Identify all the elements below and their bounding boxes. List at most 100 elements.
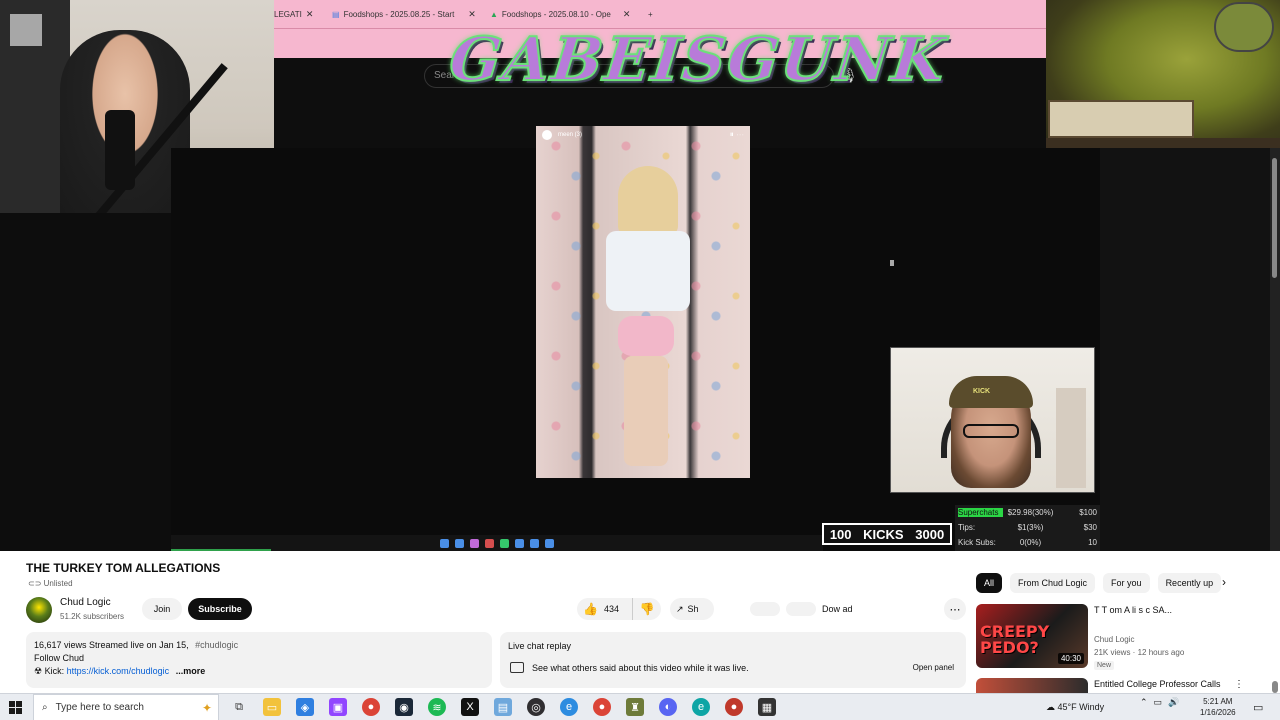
volume-icon[interactable]: 🔊 bbox=[1168, 697, 1179, 708]
stream-logo: GABEISGUNK bbox=[445, 24, 951, 96]
page-scrollbar[interactable] bbox=[1270, 148, 1280, 551]
more-actions-button[interactable]: ⋯ bbox=[944, 598, 966, 620]
kicks-label: KICKS bbox=[863, 526, 904, 542]
close-icon[interactable]: ✕ bbox=[306, 9, 314, 20]
recommended-thumbnail[interactable]: CREEPY PEDO? 40:30 bbox=[976, 604, 1088, 668]
save-button[interactable] bbox=[786, 602, 816, 616]
system-clock[interactable]: 5:21 AM 1/16/2026 bbox=[1200, 696, 1236, 718]
chip-for-you[interactable]: For you bbox=[1103, 573, 1150, 593]
scrollbar-thumb[interactable] bbox=[1272, 158, 1277, 278]
more-link[interactable]: ...more bbox=[176, 666, 206, 676]
video-meta: 16,617 views Streamed live on Jan 15, bbox=[34, 640, 189, 650]
app-icon bbox=[485, 538, 494, 548]
chrome-icon[interactable]: ● bbox=[362, 698, 380, 716]
recommended-title[interactable]: T T om A li s c SA... bbox=[1094, 604, 1244, 628]
browser-tab[interactable]: LEGATI ✕ bbox=[274, 6, 313, 22]
photo-subject-legs bbox=[624, 356, 668, 466]
app-icon bbox=[545, 538, 554, 548]
app-icon bbox=[515, 538, 524, 548]
chat-description: See what others said about this video wh… bbox=[532, 663, 749, 673]
windows-start-icon[interactable] bbox=[9, 701, 22, 714]
minimap bbox=[1214, 2, 1274, 52]
photo-subject-bag bbox=[618, 316, 674, 356]
youtube-watch-page: THE TURKEY TOM ALLEGATIONS ⊂⊃ Unlisted C… bbox=[0, 551, 1280, 693]
notepad-icon[interactable]: ▤ bbox=[494, 698, 512, 716]
stats-row: Kick Subs: 0(0%) 10 bbox=[955, 535, 1100, 550]
chevron-up-icon[interactable]: ⌃ bbox=[1140, 697, 1148, 708]
chip-from-channel[interactable]: From Chud Logic bbox=[1010, 573, 1096, 593]
network-icon[interactable]: ▭ bbox=[1154, 697, 1163, 708]
shared-photo: meen (3) ⏸ ⋯ bbox=[536, 126, 750, 478]
game-chat-panel bbox=[1048, 100, 1194, 138]
tab-label: LEGATI bbox=[274, 9, 302, 19]
avatar bbox=[542, 130, 552, 140]
obs-icon[interactable]: ◎ bbox=[527, 698, 545, 716]
hashtag[interactable]: #chudlogic bbox=[195, 640, 238, 650]
edge-icon[interactable]: e bbox=[692, 698, 710, 716]
clip-button[interactable] bbox=[750, 602, 780, 616]
discord-icon[interactable]: ◐ bbox=[659, 698, 677, 716]
channel-name[interactable]: Chud Logic bbox=[60, 597, 111, 608]
share-button[interactable]: ↗ Sh bbox=[670, 598, 714, 620]
guest-webcam: KICK bbox=[890, 347, 1095, 493]
video-duration: 40:30 bbox=[1057, 653, 1084, 664]
recommended-views: 21K views · 12 hours ago bbox=[1094, 648, 1185, 657]
file-explorer-icon[interactable]: ▭ bbox=[263, 698, 281, 716]
stats-goal: 10 bbox=[1088, 538, 1097, 547]
app-icon bbox=[530, 538, 539, 548]
open-panel-button[interactable]: Open panel bbox=[913, 663, 954, 672]
kick-prefix: Kick: bbox=[44, 666, 65, 676]
x-icon[interactable]: X bbox=[461, 698, 479, 716]
stats-goal: $100 bbox=[1079, 508, 1097, 517]
search-highlight-icon: ✦ bbox=[201, 700, 212, 715]
like-button[interactable]: 👍 434 bbox=[577, 598, 633, 620]
background-door bbox=[1056, 388, 1086, 488]
chip-recently-uploaded[interactable]: Recently up bbox=[1157, 573, 1222, 593]
channel-avatar[interactable] bbox=[26, 597, 52, 623]
chip-all[interactable]: All bbox=[976, 573, 1003, 593]
share-label: Sh bbox=[687, 604, 699, 614]
app-icon[interactable]: ▦ bbox=[758, 698, 776, 716]
recommended-channel[interactable]: Chud Logic bbox=[1094, 635, 1134, 644]
left-dark-panel bbox=[0, 213, 171, 551]
scrollbar-thumb[interactable] bbox=[1272, 681, 1278, 693]
task-view-icon[interactable]: ⧉ bbox=[230, 698, 248, 716]
spotify-icon[interactable]: ≋ bbox=[428, 698, 446, 716]
store-icon[interactable]: ◈ bbox=[296, 698, 314, 716]
windows-taskbar: ⌕ Type here to search ✦ ⧉ ▭ ◈ ▣ ● ◉ ≋ X … bbox=[0, 693, 1280, 720]
system-tray: ⌃ ▭ 🔊 bbox=[1140, 697, 1179, 708]
chevron-right-icon[interactable]: › bbox=[1222, 575, 1226, 589]
recommended-thumbnail[interactable] bbox=[976, 678, 1088, 693]
game-icon[interactable]: ♜ bbox=[626, 698, 644, 716]
clock-time: 5:21 AM bbox=[1203, 697, 1233, 706]
app-icon[interactable]: ● bbox=[725, 698, 743, 716]
stats-label: Kick Subs: bbox=[958, 538, 996, 547]
chrome-icon[interactable]: ● bbox=[593, 698, 611, 716]
action-buttons-obscured: Dow ad bbox=[716, 598, 942, 620]
new-badge: New bbox=[1094, 661, 1115, 670]
download-button[interactable]: Dow ad bbox=[822, 604, 853, 614]
search-placeholder: Type here to search bbox=[55, 702, 144, 713]
live-chat-replay: Live chat replay See what others said ab… bbox=[500, 632, 966, 688]
description-box[interactable]: 16,617 views Streamed live on Jan 15, #c… bbox=[26, 632, 492, 688]
kick-link[interactable]: https://kick.com/chudlogic bbox=[67, 666, 170, 676]
taskbar-search[interactable]: ⌕ Type here to search ✦ bbox=[33, 694, 219, 720]
notification-icon[interactable]: ▭ bbox=[1253, 701, 1263, 714]
app-icon bbox=[440, 538, 449, 548]
recommended-title[interactable]: Entitled College Professor Calls bbox=[1094, 679, 1221, 689]
dislike-button[interactable]: 👎 bbox=[633, 602, 661, 616]
glasses bbox=[963, 424, 1019, 438]
kebab-menu-icon[interactable]: ⋮ bbox=[1234, 679, 1244, 690]
twitch-icon[interactable]: ▣ bbox=[329, 698, 347, 716]
microphone bbox=[105, 110, 135, 190]
chat-icon bbox=[510, 662, 524, 673]
mouse-cursor bbox=[890, 260, 894, 266]
wall-poster-small bbox=[10, 14, 42, 46]
photo-controls[interactable]: ⏸ ⋯ bbox=[730, 130, 744, 140]
subscribe-button[interactable]: Subscribe bbox=[188, 598, 252, 620]
join-button[interactable]: Join bbox=[142, 598, 182, 620]
weather-widget[interactable]: ☁ 45°F Windy bbox=[1046, 702, 1104, 713]
like-count: 434 bbox=[603, 604, 619, 614]
steam-icon[interactable]: ◉ bbox=[395, 698, 413, 716]
edge-icon[interactable]: e bbox=[560, 698, 578, 716]
